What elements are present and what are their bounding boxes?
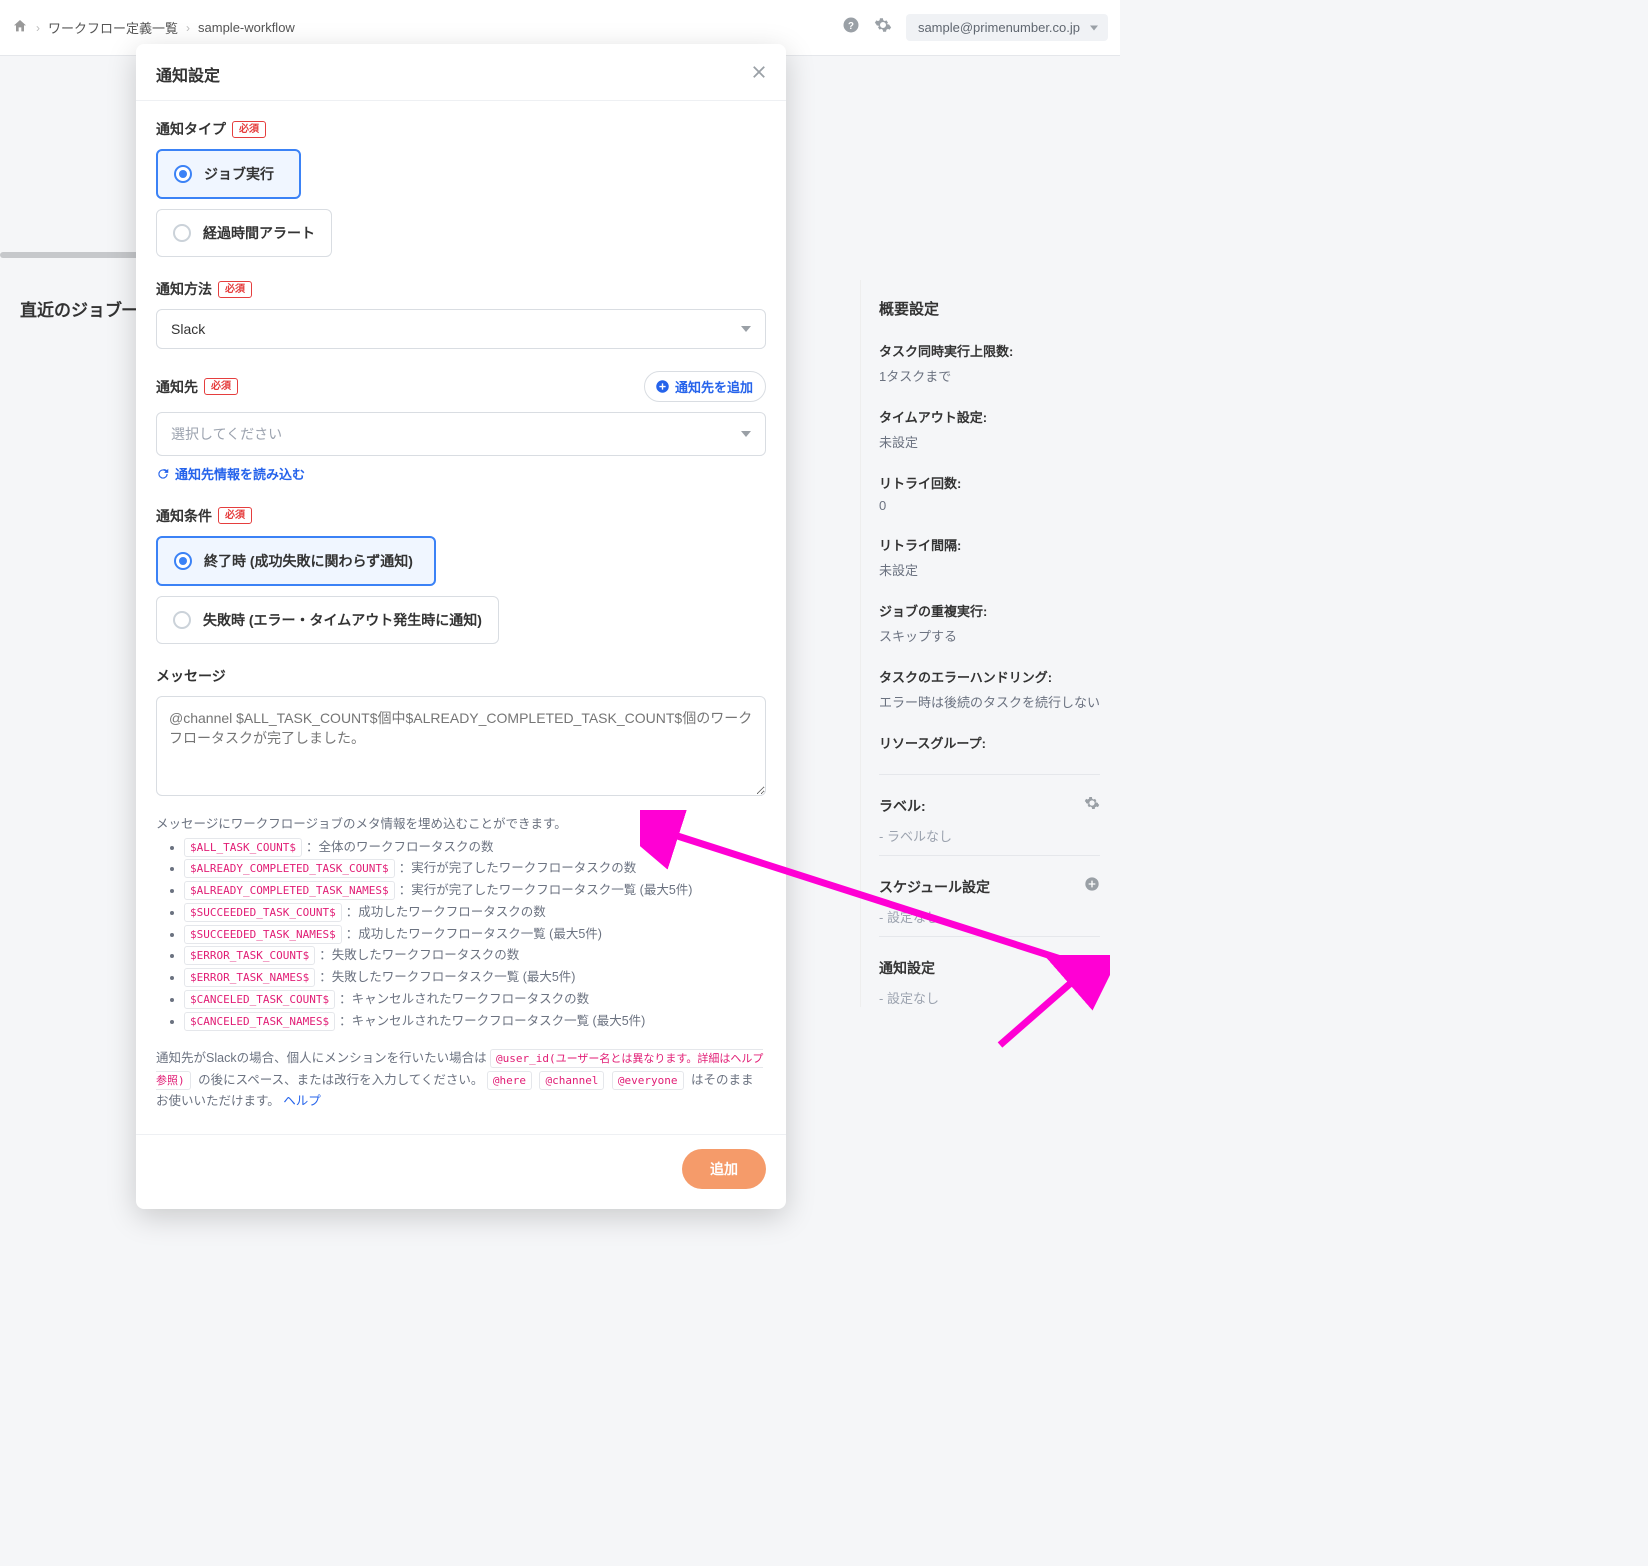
notify-section-title: 通知設定 (879, 958, 935, 978)
overview-item: リトライ間隔: 未設定 (879, 535, 1100, 579)
mention-note: 通知先がSlackの場合、個人にメンションを行いたい場合は @user_id(ユ… (156, 1048, 766, 1112)
plus-icon[interactable] (1084, 876, 1100, 897)
variable-code: $CANCELED_TASK_NAMES$ (184, 1012, 335, 1031)
variable-item: $ERROR_TASK_NAMES$：失敗したワークフロータスク一覧 (最大5件… (184, 968, 766, 987)
variable-item: $ALL_TASK_COUNT$：全体のワークフロータスクの数 (184, 838, 766, 857)
variable-item: $ALREADY_COMPLETED_TASK_COUNT$：実行が完了したワー… (184, 859, 766, 878)
overview-item-value: スキップする (879, 626, 1100, 645)
variable-item: $ALREADY_COMPLETED_TASK_NAMES$：実行が完了したワー… (184, 881, 766, 900)
method-label: 通知方法 (156, 279, 212, 299)
overview-item-label: リソースグループ: (879, 733, 1100, 752)
overview-title: 概要設定 (879, 298, 1100, 319)
label-placeholder: - ラベルなし (879, 826, 1100, 845)
variable-code: $SUCCEEDED_TASK_NAMES$ (184, 925, 342, 944)
home-icon[interactable] (12, 18, 28, 37)
variable-code: $SUCCEEDED_TASK_COUNT$ (184, 903, 342, 922)
breadcrumb-workflow-list[interactable]: ワークフロー定義一覧 (48, 18, 178, 37)
gear-icon[interactable] (874, 16, 892, 39)
mention-code: @channel (539, 1071, 604, 1090)
overview-item-label: ジョブの重複実行: (879, 601, 1100, 620)
radio-label: ジョブ実行 (204, 164, 274, 184)
required-badge: 必須 (204, 378, 238, 395)
overview-item-value: 0 (879, 498, 1100, 513)
gear-icon[interactable] (1084, 795, 1100, 816)
required-badge: 必須 (218, 281, 252, 298)
help-icon[interactable]: ? (842, 16, 860, 39)
overview-item-value: 未設定 (879, 432, 1100, 451)
destination-select[interactable]: 選択してください (156, 412, 766, 456)
close-icon[interactable] (752, 65, 766, 84)
overview-item: リトライ回数: 0 (879, 473, 1100, 513)
method-select[interactable]: Slack (156, 309, 766, 349)
add-notification-button[interactable] (1084, 957, 1100, 978)
mention-code: @here (487, 1071, 532, 1090)
variable-code: $ALL_TASK_COUNT$ (184, 838, 302, 857)
radio-label: 終了時 (成功失敗に関わらず通知) (204, 551, 413, 571)
dest-label: 通知先 (156, 377, 198, 397)
submit-button[interactable]: 追加 (682, 1149, 766, 1189)
overview-item-value: エラー時は後続のタスクを続行しない (879, 692, 1100, 711)
radio-label: 失敗時 (エラー・タイムアウト発生時に通知) (203, 610, 482, 630)
overview-item-value: 未設定 (879, 560, 1100, 579)
overview-item-label: リトライ間隔: (879, 535, 1100, 554)
radio-on-fail[interactable]: 失敗時 (エラー・タイムアウト発生時に通知) (156, 596, 499, 644)
schedule-placeholder: - 設定なし (879, 907, 1100, 926)
breadcrumb-separator: › (186, 21, 190, 35)
overview-item: リソースグループ: (879, 733, 1100, 752)
radio-icon (173, 224, 191, 242)
mention-code: @everyone (612, 1071, 684, 1090)
variable-code: $CANCELED_TASK_COUNT$ (184, 990, 335, 1009)
user-menu[interactable]: sample@primenumber.co.jp (906, 14, 1108, 41)
overview-item: タイムアウト設定: 未設定 (879, 407, 1100, 451)
message-label: メッセージ (156, 666, 226, 686)
variable-item: $CANCELED_TASK_NAMES$：キャンセルされたワークフロータスク一… (184, 1012, 766, 1031)
overview-panel: 概要設定 タスク同時実行上限数:1タスクまでタイムアウト設定:未設定リトライ回数… (860, 280, 1120, 1007)
radio-icon (174, 552, 192, 570)
help-link[interactable]: ヘルプ (283, 1094, 321, 1108)
variable-item: $SUCCEEDED_TASK_COUNT$：成功したワークフロータスクの数 (184, 903, 766, 922)
required-badge: 必須 (218, 507, 252, 524)
reload-destinations-link[interactable]: 通知先情報を読み込む (156, 464, 305, 483)
variable-code: $ERROR_TASK_COUNT$ (184, 946, 315, 965)
radio-job-execution[interactable]: ジョブ実行 (156, 149, 301, 199)
type-label: 通知タイプ (156, 119, 226, 139)
overview-item-value: 1タスクまで (879, 366, 1100, 385)
breadcrumb-current: sample-workflow (198, 20, 295, 35)
overview-item: タスク同時実行上限数: 1タスクまで (879, 341, 1100, 385)
breadcrumb-separator: › (36, 21, 40, 35)
variable-code: $ALREADY_COMPLETED_TASK_COUNT$ (184, 859, 395, 878)
radio-elapsed-alert[interactable]: 経過時間アラート (156, 209, 332, 257)
variables-list: $ALL_TASK_COUNT$：全体のワークフロータスクの数 $ALREADY_… (156, 838, 766, 1031)
variable-item: $ERROR_TASK_COUNT$：失敗したワークフロータスクの数 (184, 946, 766, 965)
radio-icon (173, 611, 191, 629)
overview-item-label: タスク同時実行上限数: (879, 341, 1100, 360)
overview-item-label: リトライ回数: (879, 473, 1100, 492)
condition-label: 通知条件 (156, 506, 212, 526)
modal-title: 通知設定 (156, 62, 220, 86)
overview-item: タスクのエラーハンドリング: エラー時は後続のタスクを続行しない (879, 667, 1100, 711)
variable-item: $SUCCEEDED_TASK_NAMES$：成功したワークフロータスク一覧 (… (184, 925, 766, 944)
radio-on-end[interactable]: 終了時 (成功失敗に関わらず通知) (156, 536, 436, 586)
schedule-section-title: スケジュール設定 (879, 877, 990, 897)
hint-intro: メッセージにワークフロージョブのメタ情報を埋め込むことができます。 (156, 813, 766, 832)
variable-code: $ALREADY_COMPLETED_TASK_NAMES$ (184, 881, 395, 900)
variable-item: $CANCELED_TASK_COUNT$：キャンセルされたワークフロータスクの… (184, 990, 766, 1009)
svg-text:?: ? (848, 21, 854, 32)
radio-icon (174, 165, 192, 183)
breadcrumb: › ワークフロー定義一覧 › sample-workflow (12, 18, 832, 37)
required-badge: 必須 (232, 121, 266, 138)
variable-code: $ERROR_TASK_NAMES$ (184, 968, 315, 987)
radio-label: 経過時間アラート (203, 223, 315, 243)
overview-item-label: タイムアウト設定: (879, 407, 1100, 426)
overview-item: ジョブの重複実行: スキップする (879, 601, 1100, 645)
overview-item-label: タスクのエラーハンドリング: (879, 667, 1100, 686)
header-actions: ? sample@primenumber.co.jp (842, 14, 1108, 41)
notification-settings-modal: 通知設定 通知タイプ 必須 ジョブ実行 経過時間アラート 通知方法 必 (136, 44, 786, 1209)
label-section-title: ラベル: (879, 796, 926, 816)
message-textarea[interactable] (156, 696, 766, 796)
add-destination-button[interactable]: 通知先を追加 (644, 371, 766, 402)
notify-placeholder: - 設定なし (879, 988, 1100, 1007)
